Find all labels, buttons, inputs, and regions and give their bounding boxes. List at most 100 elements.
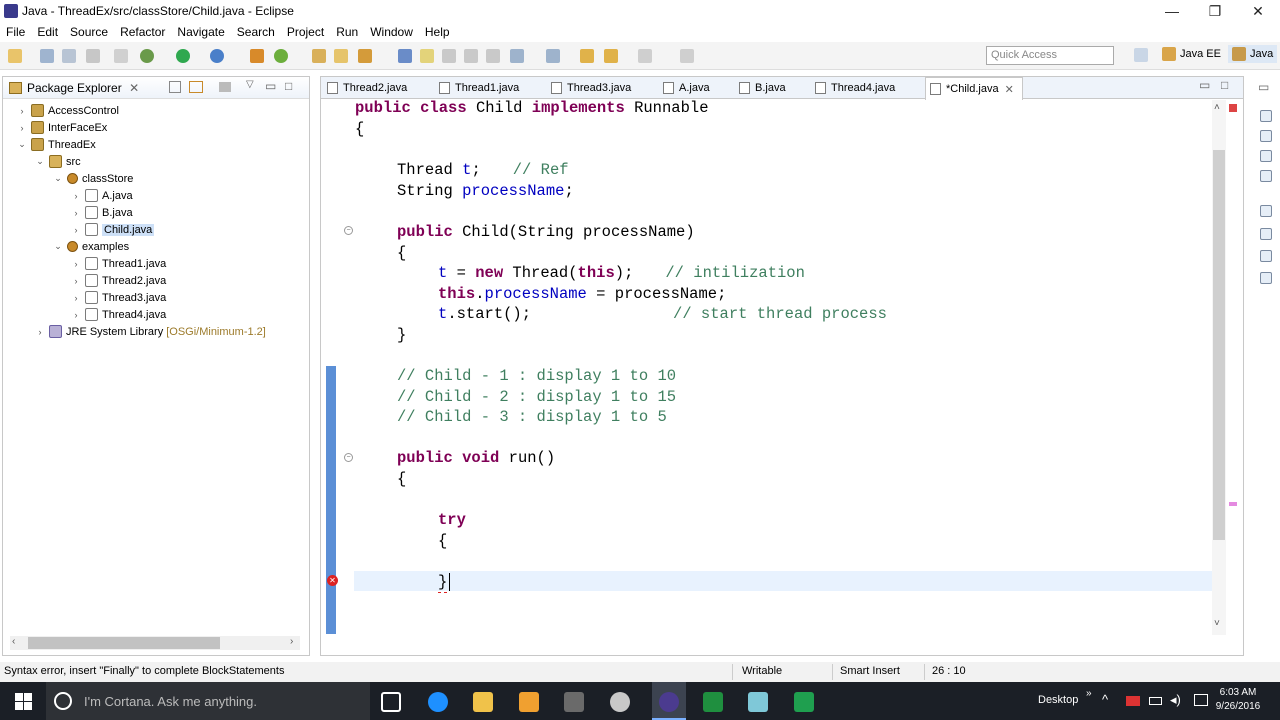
save-all-icon[interactable]: [62, 49, 76, 63]
menu-run[interactable]: Run: [330, 25, 364, 39]
collapsed-chevron-icon[interactable]: ›: [71, 208, 81, 218]
scroll-left-icon[interactable]: ‹: [12, 636, 15, 647]
new-server-icon[interactable]: [250, 49, 264, 63]
menu-edit[interactable]: Edit: [31, 25, 64, 39]
tab-thread1[interactable]: Thread1.java: [435, 77, 545, 99]
fold-run-icon[interactable]: −: [344, 453, 353, 462]
collapsed-chevron-icon[interactable]: ›: [17, 123, 27, 133]
overview-marker[interactable]: [1229, 502, 1237, 506]
expanded-chevron-icon[interactable]: ⌄: [53, 173, 63, 184]
tree-item[interactable]: › Child.java: [71, 221, 155, 238]
collapsed-chevron-icon[interactable]: ›: [71, 225, 81, 235]
show-whitespace-icon[interactable]: [442, 49, 456, 63]
scroll-down-icon[interactable]: ˅: [1214, 618, 1220, 629]
view-menu-icon[interactable]: ▽: [246, 79, 254, 90]
camtasia-icon[interactable]: [703, 692, 723, 712]
file-explorer-icon[interactable]: [473, 692, 493, 712]
menu-search[interactable]: Search: [231, 25, 281, 39]
menu-refactor[interactable]: Refactor: [114, 25, 171, 39]
overview-error-mark[interactable]: [1229, 104, 1237, 112]
menu-navigate[interactable]: Navigate: [171, 25, 230, 39]
toolbar-expand-icon[interactable]: »: [1086, 688, 1092, 699]
data-source-icon[interactable]: [1260, 228, 1272, 240]
tab-a[interactable]: A.java: [659, 77, 733, 99]
tree-item[interactable]: › Thread3.java: [71, 289, 166, 306]
task-list-icon[interactable]: [1260, 130, 1272, 142]
perspective-java-ee[interactable]: Java EE: [1162, 47, 1221, 61]
tree-item[interactable]: › Thread2.java: [71, 272, 166, 289]
open-type-icon[interactable]: [312, 49, 326, 63]
app-icon-gray[interactable]: [564, 692, 584, 712]
taskbar-clock[interactable]: 6:03 AM 9/26/2016: [1200, 686, 1276, 714]
maximize-view-icon[interactable]: □: [285, 79, 292, 93]
minimize-view-icon[interactable]: ▭: [265, 79, 276, 93]
next-annotation-icon[interactable]: [510, 49, 524, 63]
scroll-up-icon[interactable]: ˄: [1214, 102, 1220, 113]
maximize-editor-icon[interactable]: □: [1221, 78, 1228, 92]
task-view-icon[interactable]: [381, 692, 401, 712]
collapsed-chevron-icon[interactable]: ›: [71, 259, 81, 269]
menu-file[interactable]: File: [0, 25, 31, 39]
tree-item[interactable]: › Thread1.java: [71, 255, 166, 272]
search-icon[interactable]: [358, 49, 372, 63]
app-icon-green[interactable]: [794, 692, 814, 712]
last-edit-icon[interactable]: [638, 49, 652, 63]
print-icon[interactable]: [86, 49, 100, 63]
back-icon[interactable]: [580, 49, 594, 63]
word-wrap-icon[interactable]: [486, 49, 500, 63]
focus-icon[interactable]: [219, 82, 231, 92]
skip-breakpoints-icon[interactable]: [114, 49, 128, 63]
app-icon-paint[interactable]: [610, 692, 630, 712]
collapsed-chevron-icon[interactable]: ›: [71, 191, 81, 201]
tree-item[interactable]: › A.java: [71, 187, 133, 204]
collapsed-chevron-icon[interactable]: ›: [35, 327, 45, 337]
minimize-icon[interactable]: ▭: [1258, 80, 1269, 94]
console-icon[interactable]: [1260, 170, 1272, 182]
servers-icon[interactable]: [1260, 205, 1272, 217]
minimize-button[interactable]: —: [1152, 0, 1192, 22]
problems-icon[interactable]: [1260, 150, 1272, 162]
editor-horizontal-scrollbar[interactable]: [355, 636, 1205, 650]
status-insert-mode[interactable]: Smart Insert: [840, 665, 900, 677]
tree-item[interactable]: ⌄ examples: [53, 238, 129, 255]
maximize-button[interactable]: ❐: [1195, 0, 1235, 22]
desktop-toolbar-label[interactable]: Desktop: [1038, 694, 1078, 706]
error-marker-icon[interactable]: ✕: [327, 575, 338, 586]
menu-source[interactable]: Source: [64, 25, 114, 39]
show-hidden-icons-icon[interactable]: ^: [1102, 692, 1108, 707]
collapsed-chevron-icon[interactable]: ›: [17, 106, 27, 116]
tab-thread3[interactable]: Thread3.java: [547, 77, 657, 99]
tab-b[interactable]: B.java: [735, 77, 809, 99]
tree-item[interactable]: ⌄ ThreadEx: [17, 136, 96, 153]
new-icon[interactable]: [8, 49, 22, 63]
open-perspective-icon[interactable]: [1134, 48, 1148, 62]
start-button[interactable]: [0, 682, 46, 720]
new-java-project-icon[interactable]: [274, 49, 288, 63]
run-icon[interactable]: [176, 49, 190, 63]
collapsed-chevron-icon[interactable]: ›: [71, 310, 81, 320]
prev-annotation-icon[interactable]: [546, 49, 560, 63]
link-editor-icon[interactable]: [189, 81, 203, 93]
collapsed-chevron-icon[interactable]: ›: [71, 276, 81, 286]
menu-help[interactable]: Help: [419, 25, 456, 39]
collapsed-chevron-icon[interactable]: ›: [71, 293, 81, 303]
tab-thread2[interactable]: Thread2.java: [323, 77, 433, 99]
expanded-chevron-icon[interactable]: ⌄: [53, 241, 63, 252]
volume-icon[interactable]: ◂): [1170, 692, 1181, 708]
tree-item[interactable]: › AccessControl: [17, 102, 119, 119]
tab-child[interactable]: *Child.java ✕: [925, 77, 1023, 100]
debug-icon[interactable]: [140, 49, 154, 63]
expanded-chevron-icon[interactable]: ⌄: [35, 156, 45, 167]
quick-access-input[interactable]: Quick Access: [986, 46, 1114, 65]
save-icon[interactable]: [40, 49, 54, 63]
pin-editor-icon[interactable]: [680, 49, 694, 63]
open-folder-icon[interactable]: [334, 49, 348, 63]
properties-icon[interactable]: [1260, 272, 1272, 284]
tree-item[interactable]: ⌄ classStore: [53, 170, 133, 187]
tree-item[interactable]: › Thread4.java: [71, 306, 166, 323]
perspective-java[interactable]: Java: [1228, 45, 1278, 63]
expanded-chevron-icon[interactable]: ⌄: [17, 139, 27, 150]
outline-icon[interactable]: [1260, 110, 1272, 122]
tree-item[interactable]: › InterFaceEx: [17, 119, 107, 136]
tab-thread4[interactable]: Thread4.java: [811, 77, 923, 99]
